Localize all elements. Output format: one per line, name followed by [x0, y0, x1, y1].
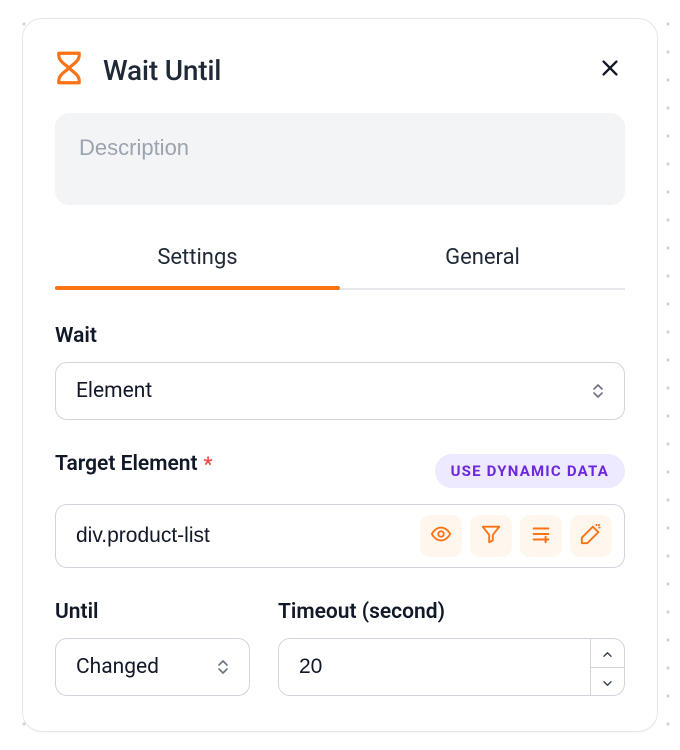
- required-indicator: *: [204, 452, 213, 476]
- chevron-updown-icon: [217, 659, 229, 675]
- panel-title: Wait Until: [103, 54, 221, 87]
- tabs: Settings General: [55, 231, 625, 290]
- panel-header: Wait Until: [55, 51, 625, 89]
- close-button[interactable]: [595, 53, 625, 87]
- timeout-step-up[interactable]: [591, 639, 624, 668]
- tab-label: Settings: [157, 245, 237, 270]
- wait-label: Wait: [55, 324, 625, 348]
- chevron-updown-icon: [592, 383, 604, 399]
- chevron-down-icon: [602, 672, 613, 691]
- description-field[interactable]: [55, 113, 625, 205]
- chevron-up-icon: [602, 643, 613, 662]
- close-icon: [599, 64, 621, 83]
- title-wrap: Wait Until: [55, 51, 221, 89]
- target-element-input[interactable]: [76, 524, 412, 548]
- target-header: Target Element * USE DYNAMIC DATA: [55, 452, 625, 490]
- eye-icon: [430, 523, 452, 549]
- timeout-steppers: [590, 639, 624, 695]
- tab-general[interactable]: General: [340, 231, 625, 288]
- timeout-field-group: Timeout (second): [278, 600, 625, 696]
- target-field-group: Target Element * USE DYNAMIC DATA: [55, 452, 625, 568]
- tab-settings[interactable]: Settings: [55, 231, 340, 288]
- until-label: Until: [55, 600, 250, 624]
- wait-until-panel: Wait Until Settings General Wait Element: [22, 18, 658, 732]
- funnel-icon: [480, 523, 502, 549]
- magic-wand-button[interactable]: [570, 515, 612, 557]
- tab-label: General: [445, 245, 520, 270]
- timeout-label: Timeout (second): [278, 600, 625, 624]
- hourglass-icon: [55, 51, 83, 89]
- timeout-input-wrap: [278, 638, 625, 696]
- wait-field-group: Wait Element: [55, 324, 625, 420]
- timeout-step-down[interactable]: [591, 668, 624, 696]
- bottom-row: Until Changed Timeout (second): [55, 600, 625, 696]
- timeout-input[interactable]: [279, 639, 590, 695]
- until-field-group: Until Changed: [55, 600, 250, 696]
- list-plus-icon: [530, 523, 552, 549]
- use-dynamic-data-button[interactable]: USE DYNAMIC DATA: [435, 454, 625, 488]
- wait-value: Element: [76, 379, 152, 403]
- until-select[interactable]: Changed: [55, 638, 250, 696]
- target-label-text: Target Element: [55, 452, 198, 476]
- magic-wand-icon: [580, 523, 602, 549]
- wait-select[interactable]: Element: [55, 362, 625, 420]
- target-label: Target Element *: [55, 452, 213, 476]
- filter-button[interactable]: [470, 515, 512, 557]
- preview-button[interactable]: [420, 515, 462, 557]
- target-input-wrap: [55, 504, 625, 568]
- until-value: Changed: [76, 655, 159, 679]
- list-add-button[interactable]: [520, 515, 562, 557]
- description-input[interactable]: [79, 135, 601, 161]
